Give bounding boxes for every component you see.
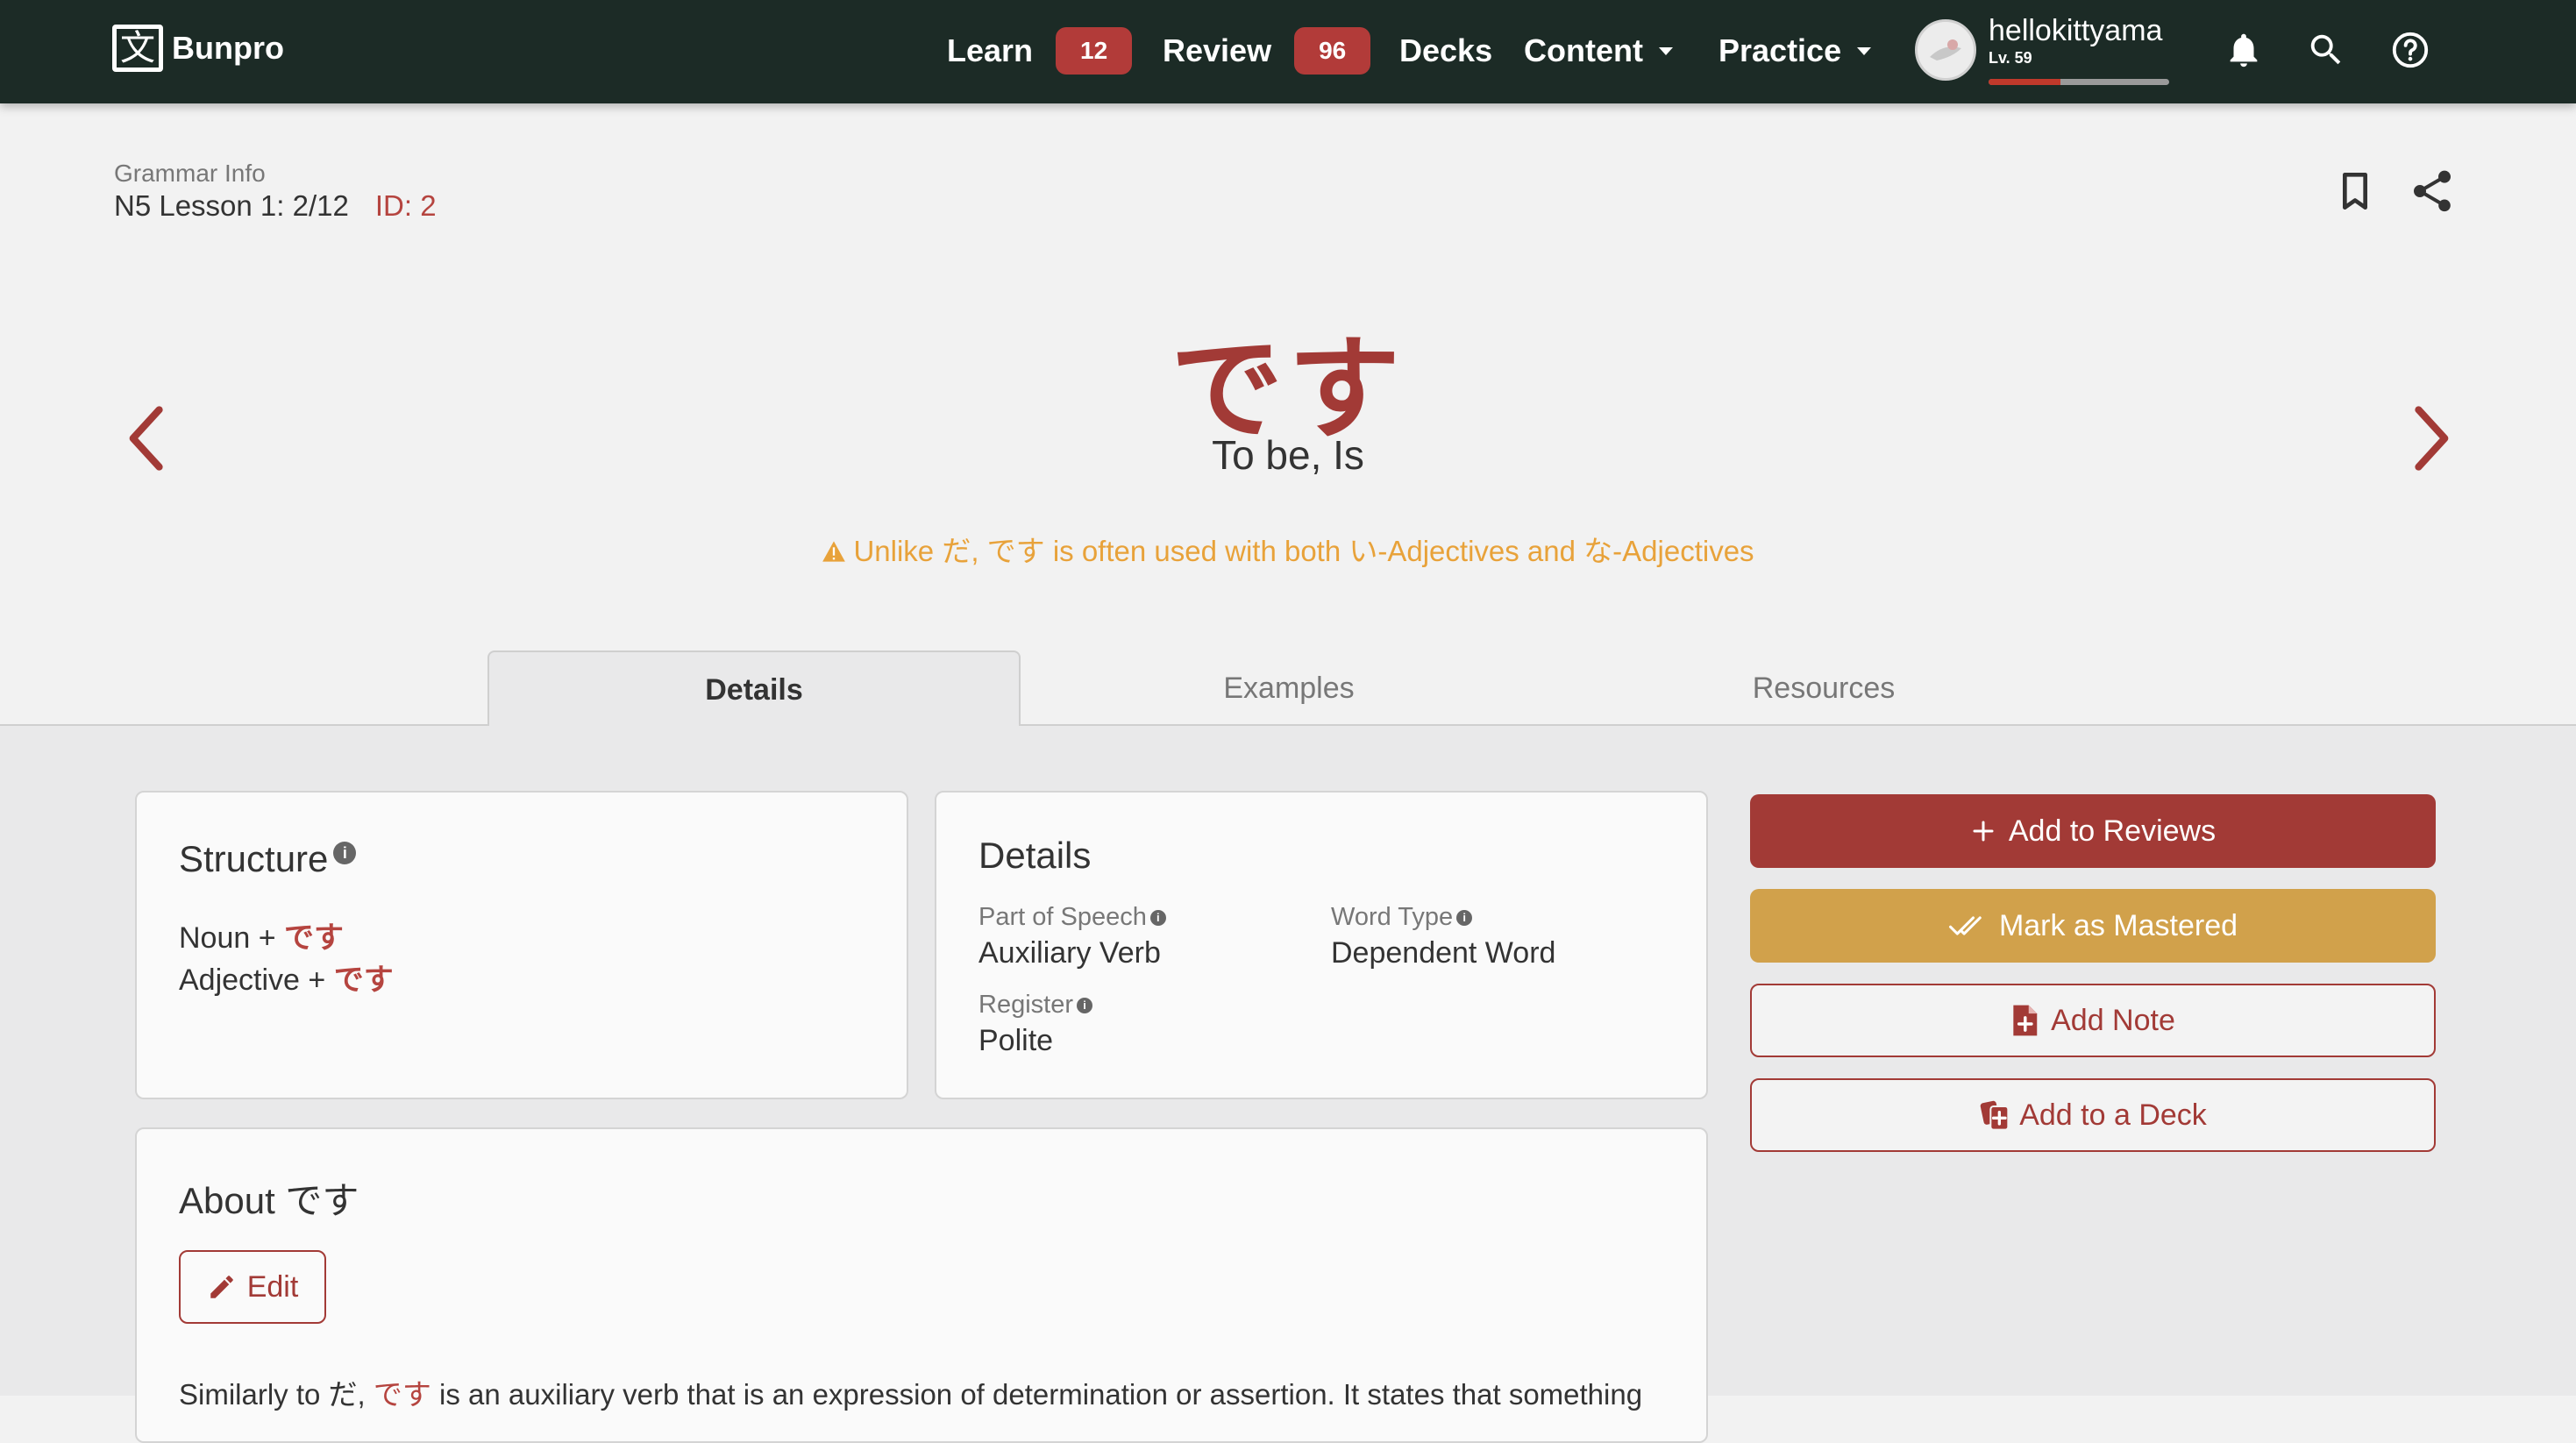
share-icon[interactable] [2408,167,2457,216]
details-title: Details [978,835,1092,876]
info-icon[interactable]: i [1456,910,1473,927]
info-icon[interactable]: i [1149,910,1166,927]
grammar-warning: Unlike だ, です is often used with both い-A… [0,528,2576,570]
details-card: Details Part of Speech i Auxiliary Verb W… [935,791,1708,1099]
register-label-text: Register [978,991,1073,1019]
structure-card: Structure i Noun + です Adjective + です [135,791,908,1099]
bookmark-icon[interactable] [2330,167,2380,216]
lesson-label: N5 Lesson 1: 2/12 [114,189,349,222]
structure-suffix: です [284,921,345,955]
nav-decks-label: Decks [1399,32,1493,68]
top-nav: 文 Bunpro Learn 12 Review 96 Decks Conten… [0,0,2576,103]
logo[interactable]: 文 Bunpro [112,25,284,72]
structure-title: Structure i [179,838,357,880]
caret-down-icon [1658,46,1673,55]
bell-icon[interactable] [2224,30,2264,70]
word-type-label: Word Type i [1331,903,1473,932]
grammar-meaning: To be, Is [1212,432,1364,478]
word-type-value: Dependent Word [1331,936,1556,970]
level-progress-fill [1989,79,2061,85]
structure-suffix: です [333,963,394,997]
about-card: About です Edit Similarly to だ, です is an a… [135,1127,1708,1443]
double-check-icon [1948,916,1982,935]
note-add-icon [2013,1005,2038,1036]
add-note-label: Add Note [2051,1003,2175,1037]
deck-add-icon [1980,1100,2010,1131]
grammar-id: ID: 2 [374,189,437,222]
logo-mark: 文 [112,25,163,72]
nav-decks[interactable]: Decks [1399,26,1492,75]
about-text-highlight: です [373,1378,431,1411]
plus-icon [1973,821,1994,842]
part-of-speech-label-text: Part of Speech [978,903,1147,931]
review-count-badge: 96 [1294,27,1371,75]
learn-count-badge: 12 [1056,27,1133,75]
logo-text: Bunpro [172,30,284,66]
avatar[interactable] [1915,19,1976,81]
nav-learn-label: Learn [947,32,1034,68]
add-to-reviews-label: Add to Reviews [2008,814,2217,848]
add-to-reviews-button[interactable]: Add to Reviews [1750,794,2436,868]
nav-review[interactable]: Review 96 [1163,26,1371,75]
mark-as-mastered-label: Mark as Mastered [1998,908,2238,942]
nav-review-label: Review [1163,32,1272,68]
info-icon[interactable]: i [333,842,357,864]
structure-line: Noun + です [179,913,344,956]
nav-practice-label: Practice [1719,32,1842,68]
structure-prefix: Noun + [179,921,285,955]
register-label: Register i [978,991,1092,1020]
user-level: Lv. 59 [1989,49,2032,67]
tab-details[interactable]: Details [487,650,1021,726]
add-to-deck-label: Add to a Deck [2019,1098,2207,1132]
pencil-icon [210,1276,233,1298]
structure-line: Adjective + です [179,956,394,999]
about-text-after: is an auxiliary verb that is an expressi… [431,1378,1643,1411]
edit-label: Edit [246,1269,299,1304]
nav-content-dropdown[interactable]: Content [1524,26,1673,75]
warning-text: Unlike だ, です is often used with both い-A… [853,535,1754,567]
part-of-speech-value: Auxiliary Verb [978,936,1161,970]
tab-examples[interactable]: Examples [1022,650,1555,726]
about-text-before: Similarly to だ, [179,1378,374,1411]
tab-resources[interactable]: Resources [1557,650,2090,726]
add-to-deck-button[interactable]: Add to a Deck [1750,1078,2436,1152]
section-label: Grammar Info [114,160,266,187]
about-text: Similarly to だ, です is an auxiliary verb … [179,1371,1642,1413]
warning-icon [822,541,846,562]
about-title: About です [179,1180,359,1221]
mark-as-mastered-button[interactable]: Mark as Mastered [1750,889,2436,963]
info-icon[interactable]: i [1077,998,1092,1014]
caret-down-icon [1857,46,1872,55]
edit-button[interactable]: Edit [179,1250,326,1324]
lesson-info: N5 Lesson 1: 2/12 ID: 2 [114,189,437,223]
add-note-button[interactable]: Add Note [1750,984,2436,1057]
level-progress-bar [1989,79,2169,85]
structure-title-text: Structure [179,838,329,879]
word-type-label-text: Word Type [1331,903,1454,931]
nav-content-label: Content [1524,32,1643,68]
structure-prefix: Adjective + [179,963,334,997]
search-icon[interactable] [2306,30,2346,70]
part-of-speech-label: Part of Speech i [978,903,1166,932]
nav-learn[interactable]: Learn 12 [947,26,1133,75]
nav-practice-dropdown[interactable]: Practice [1719,26,1872,75]
avatar-image [1918,22,1974,78]
help-icon[interactable] [2390,30,2430,70]
username[interactable]: hellokittyama [1989,14,2162,48]
register-value: Polite [978,1024,1054,1057]
